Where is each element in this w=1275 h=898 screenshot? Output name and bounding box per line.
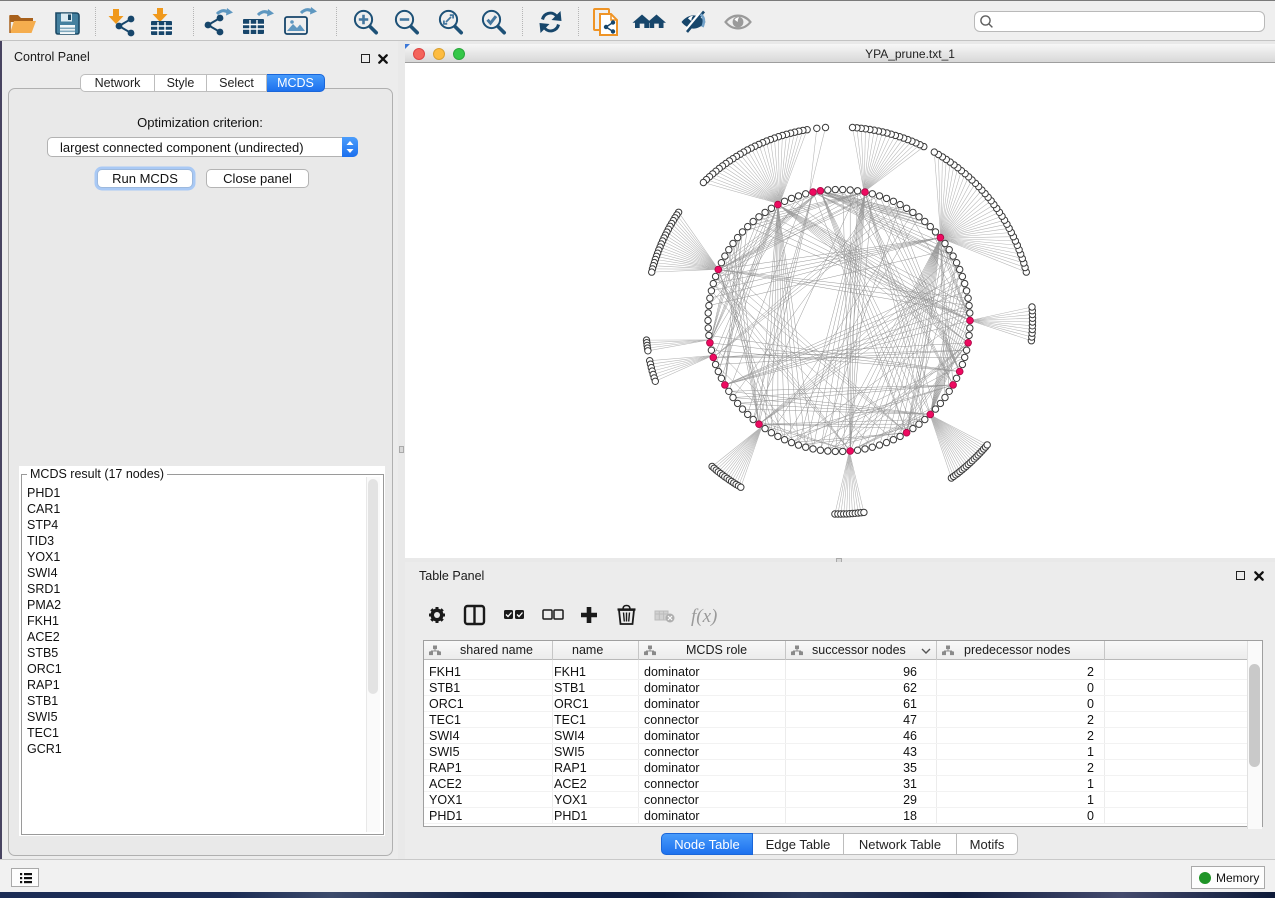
svg-text:f(x): f(x): [691, 606, 717, 627]
